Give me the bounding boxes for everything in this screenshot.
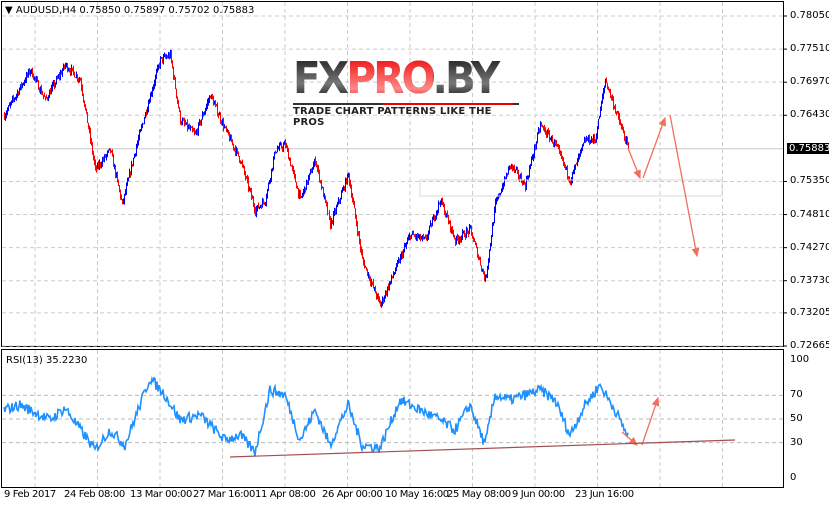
rsi-line — [3, 376, 629, 457]
time-axis-label: 25 May 08:00 — [447, 489, 511, 500]
forecast-arrow — [641, 396, 660, 446]
rsi-axis-label: 100 — [790, 354, 810, 365]
current-price-badge: 0.75883 — [787, 142, 829, 154]
time-axis-label: 27 Mar 16:00 — [193, 489, 255, 500]
logo-tagline: TRADE CHART PATTERNS LIKE THE PROS — [293, 106, 492, 128]
price-axis-label: 0.76430 — [790, 109, 829, 121]
rsi-panel-frame — [1, 349, 784, 488]
price-axis-label: 0.74270 — [790, 241, 829, 253]
price-axis-label: 0.73205 — [790, 306, 829, 318]
price-axis-label: 0.77510 — [790, 43, 829, 55]
rsi-axis-label: 0 — [790, 472, 797, 483]
time-axis-label: 9 Jun 00:00 — [512, 489, 565, 500]
forecast-arrow — [669, 114, 700, 258]
price-axis-label: 0.73730 — [790, 274, 829, 286]
rsi-axis-label: 30 — [790, 436, 803, 448]
time-axis-label: 24 Feb 08:00 — [64, 489, 125, 500]
price-axis-label: 0.74810 — [790, 208, 829, 220]
rsi-axis-label: 70 — [790, 389, 803, 401]
price-axis-label: 0.78050 — [790, 10, 829, 21]
logo-text: FXPRO.BY — [293, 57, 501, 101]
dropdown-triangle-icon[interactable]: ▼ — [5, 5, 13, 16]
logo: FXPRO.BY TRADE CHART PATTERNS LIKE THE P… — [293, 57, 519, 128]
forecast-arrow — [642, 116, 666, 179]
rsi-axis-label: 50 — [790, 413, 803, 424]
forecast-arrow — [627, 147, 641, 180]
price-axis-label: 0.75350 — [790, 175, 829, 187]
symbol-header: ▼ AUDUSD,H4 0.75850 0.75897 0.75702 0.75… — [5, 5, 254, 16]
rsi-title: RSI(13) 35.2230 — [6, 355, 88, 366]
price-axis-label: 0.76970 — [790, 76, 829, 88]
time-axis-label: 26 Apr 00:00 — [322, 489, 383, 500]
price-axis-label: 0.72665 — [790, 340, 829, 351]
time-axis-label: 11 Apr 08:00 — [255, 489, 316, 500]
time-axis-label: 9 Feb 2017 — [4, 489, 56, 500]
time-axis-label: 13 Mar 00:00 — [130, 489, 192, 500]
symbol-quote: AUDUSD,H4 0.75850 0.75897 0.75702 0.7588… — [15, 5, 255, 16]
time-axis-label: 23 Jun 16:00 — [575, 489, 634, 500]
time-axis-label: 10 May 16:00 — [385, 489, 449, 500]
mt4-chart-window: ▼ AUDUSD,H4 0.75850 0.75897 0.75702 0.75… — [0, 0, 829, 506]
